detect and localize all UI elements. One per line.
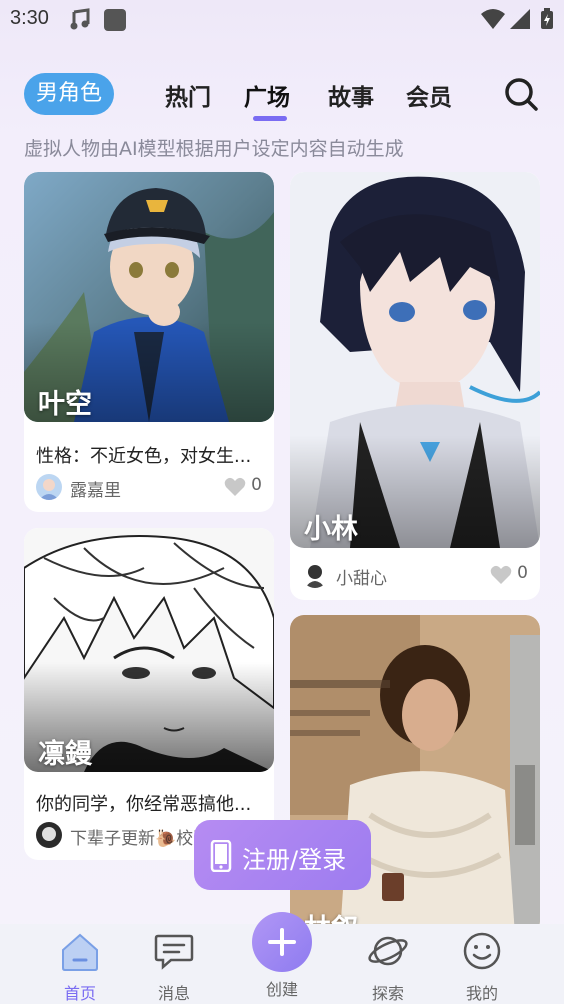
phone-icon (210, 840, 232, 872)
author-avatar (302, 562, 328, 588)
character-card[interactable]: 小林 小甜心 0 (290, 172, 540, 600)
nav-label: 探索 (371, 984, 404, 1003)
nav-label: 首页 (63, 984, 96, 1003)
like-button[interactable]: 0 (222, 475, 262, 499)
create-button[interactable] (252, 912, 312, 972)
nav-profile[interactable]: 我的 (452, 930, 512, 1003)
nav-label: 我的 (465, 984, 498, 1003)
tab-hot[interactable]: 热门 (165, 78, 211, 112)
signal-icon (510, 9, 530, 29)
character-description: 你的同学，你经常恶搞他... (36, 794, 252, 815)
home-icon (62, 933, 98, 971)
nav-explore[interactable]: 探索 (358, 930, 418, 1003)
character-name: 凛鏝 (38, 739, 92, 770)
character-name: 小林 (304, 514, 358, 545)
create-label: 创建 (265, 980, 298, 999)
like-count: 0 (251, 475, 262, 495)
character-card[interactable]: 叶空 性格：不近女色，对女生... 露嘉里 0 (24, 172, 274, 512)
character-name: 叶空 (38, 389, 92, 420)
top-nav: 男角色 热门 广场 故事 会员 (0, 70, 564, 121)
author-avatar (36, 474, 62, 500)
status-bar: 3:30 (0, 0, 564, 40)
ai-disclaimer: 虚拟人物由AI模型根据用户设定内容自动生成 (24, 138, 404, 160)
wifi-icon (481, 9, 505, 29)
planet-icon (368, 936, 408, 966)
battery-icon (541, 8, 553, 29)
like-button[interactable]: 0 (488, 563, 528, 587)
author-name: 下辈子更新🐌校园 (70, 829, 211, 849)
login-label: 注册/登录 (242, 846, 347, 874)
nav-home[interactable]: 首页 (50, 930, 110, 1003)
author-name: 小甜心 (336, 569, 387, 589)
plus-icon-vertical (280, 928, 284, 956)
tab-plaza[interactable]: 广场 (244, 78, 290, 112)
smiley-icon (463, 932, 501, 970)
heart-icon (490, 565, 512, 584)
heart-icon (224, 477, 246, 496)
active-tab-indicator (253, 116, 287, 121)
character-card[interactable]: 凛鏝 你的同学，你经常恶搞他... 下辈子更新🐌校园 (24, 528, 274, 860)
author-row: 小甜心 0 (302, 562, 528, 589)
author-name: 露嘉里 (70, 481, 121, 501)
tab-story[interactable]: 故事 (328, 78, 374, 112)
search-icon[interactable] (503, 76, 539, 112)
like-count: 0 (517, 563, 528, 583)
nav-label: 消息 (157, 984, 190, 1003)
nav-messages[interactable]: 消息 (144, 930, 204, 1003)
app-square-icon (104, 9, 126, 31)
author-row: 露嘉里 0 (36, 474, 262, 501)
character-description: 性格：不近女色，对女生... (36, 446, 252, 467)
author-avatar (36, 822, 62, 848)
status-time: 3:30 (10, 7, 49, 29)
character-image (290, 172, 540, 548)
login-register-button[interactable]: 注册/登录 (194, 820, 371, 890)
music-note-icon (70, 8, 90, 30)
message-icon (154, 934, 194, 970)
tab-member[interactable]: 会员 (406, 78, 452, 112)
gender-filter-pill[interactable]: 男角色 (24, 73, 114, 115)
